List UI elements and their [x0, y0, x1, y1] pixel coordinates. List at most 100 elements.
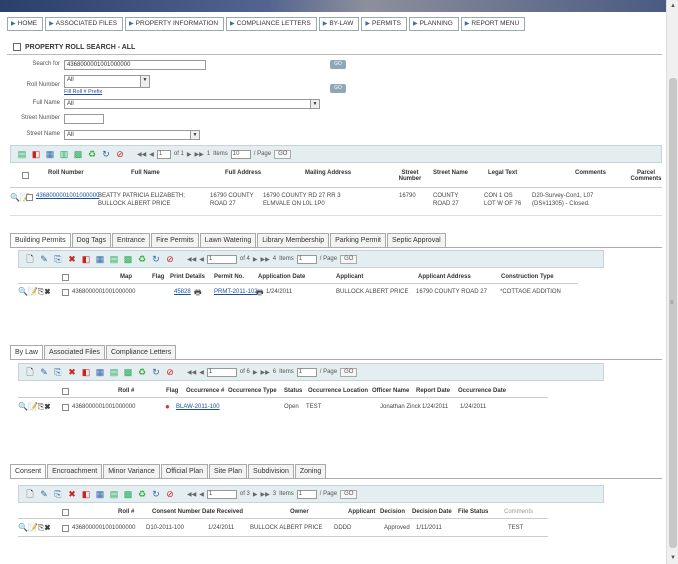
- clear-filter-icon[interactable]: ⊘: [165, 489, 175, 499]
- tab-site-plan[interactable]: Site Plan: [209, 464, 248, 478]
- nav-permits[interactable]: ▶ PERMITS: [361, 17, 407, 31]
- new-icon[interactable]: 🗋: [25, 254, 35, 264]
- page-input[interactable]: 1: [206, 254, 237, 264]
- page-input[interactable]: 1: [206, 367, 237, 377]
- last-page-icon[interactable]: ▶▶: [195, 151, 204, 158]
- copy-icon[interactable]: ⎘: [53, 254, 63, 264]
- col-roll[interactable]: Roll #: [118, 509, 134, 515]
- refresh-icon[interactable]: ↻: [101, 149, 111, 159]
- refresh-icon[interactable]: ↻: [151, 254, 161, 264]
- next-page-icon[interactable]: ▶: [187, 151, 192, 158]
- edit-icon[interactable]: ✎: [39, 254, 49, 264]
- col-decision[interactable]: Decision: [380, 509, 405, 515]
- new-icon[interactable]: 🗋: [25, 367, 35, 377]
- col-comments[interactable]: Comments: [504, 509, 533, 515]
- tab-lawn-watering[interactable]: Lawn Watering: [199, 233, 257, 247]
- tab-library-membership[interactable]: Library Membership: [257, 233, 330, 247]
- tab-fire-permits[interactable]: Fire Permits: [151, 233, 199, 247]
- col-roll-number[interactable]: Roll Number: [48, 170, 84, 176]
- first-page-icon[interactable]: ◀◀: [187, 256, 196, 263]
- tab-subdivision[interactable]: Subdivision: [248, 464, 294, 478]
- nav-report-menu[interactable]: ▶ REPORT MENU: [460, 17, 526, 31]
- nav-associated-files[interactable]: ▶ ASSOCIATED FILES: [45, 17, 124, 31]
- pdf-icon[interactable]: ◧: [81, 254, 91, 264]
- pager-go-button[interactable]: GO: [274, 149, 292, 159]
- delete-icon[interactable]: ✖: [67, 254, 77, 264]
- nav-compliance-letters[interactable]: ▶ COMPLIANCE LETTERS: [226, 17, 317, 31]
- page-input[interactable]: 1: [156, 149, 171, 159]
- col-applicant-address[interactable]: Applicant Address: [418, 274, 471, 280]
- search-go-button[interactable]: GO: [330, 60, 346, 69]
- last-page-icon[interactable]: ▶▶: [261, 491, 270, 498]
- page-input[interactable]: 1: [206, 489, 237, 499]
- pager-go-button[interactable]: GO: [340, 254, 358, 264]
- first-page-icon[interactable]: ◀◀: [137, 151, 146, 158]
- col-occurrence-type[interactable]: Occurrence Type: [228, 388, 277, 394]
- dropdown-arrow-icon[interactable]: ▼: [140, 76, 149, 87]
- pdf-icon[interactable]: ◧: [81, 367, 91, 377]
- pdf-icon[interactable]: ◧: [31, 149, 41, 159]
- recycle-icon[interactable]: ♻: [87, 149, 97, 159]
- col-full-name[interactable]: Full Name: [131, 170, 160, 176]
- col-parcel-comments[interactable]: Parcel Comments: [630, 170, 662, 182]
- printer-icon[interactable]: 🖶: [194, 287, 202, 301]
- col-occurrence-location[interactable]: Occurrence Location: [308, 388, 368, 394]
- last-page-icon[interactable]: ▶▶: [261, 256, 270, 263]
- per-page-input[interactable]: 10: [230, 149, 251, 159]
- recycle-icon[interactable]: ♻: [137, 367, 147, 377]
- first-page-icon[interactable]: ◀◀: [187, 369, 196, 376]
- col-report-date[interactable]: Report Date: [416, 388, 450, 394]
- col-comments[interactable]: Comments: [575, 170, 606, 176]
- edit-icon[interactable]: ✎: [39, 489, 49, 499]
- col-application-date[interactable]: Application Date: [258, 274, 305, 280]
- row-action-icons[interactable]: 🔍📝⎘✖: [18, 402, 50, 412]
- word-icon[interactable]: ▦: [45, 149, 55, 159]
- row-checkbox[interactable]: [62, 525, 69, 532]
- dropdown-arrow-icon[interactable]: ▼: [310, 100, 319, 108]
- permit-no-link[interactable]: PRMT-2011-102: [214, 289, 258, 295]
- next-page-icon[interactable]: ▶: [253, 491, 258, 498]
- roll-number-select[interactable]: All ▼: [64, 75, 150, 88]
- street-number-input[interactable]: [64, 114, 104, 124]
- collapse-icon[interactable]: [13, 43, 21, 51]
- select-all-checkbox[interactable]: [62, 274, 69, 281]
- select-all-checkbox[interactable]: [22, 172, 29, 179]
- vertical-scrollbar[interactable]: ▲ ≡ ▼: [666, 0, 678, 564]
- pager-go-button[interactable]: GO: [340, 367, 358, 377]
- roll-go-button[interactable]: GO: [330, 84, 346, 93]
- next-page-icon[interactable]: ▶: [253, 369, 258, 376]
- copy-icon[interactable]: ⎘: [53, 367, 63, 377]
- occurrence-link[interactable]: BLAW-2011-100: [176, 404, 220, 410]
- col-decision-date[interactable]: Decision Date: [412, 509, 452, 515]
- row-checkbox[interactable]: [62, 404, 69, 411]
- col-applicant[interactable]: Applicant: [348, 509, 375, 515]
- col-owner[interactable]: Owner: [290, 509, 309, 515]
- select-all-checkbox[interactable]: [62, 509, 69, 516]
- print-details-link[interactable]: 45828: [174, 289, 191, 295]
- col-occurrence-date[interactable]: Occurrence Date: [458, 388, 506, 394]
- col-applicant[interactable]: Applicant: [336, 274, 363, 280]
- col-mailing-address[interactable]: Mailing Address: [305, 170, 351, 176]
- prev-page-icon[interactable]: ◀: [149, 151, 154, 158]
- col-construction-type[interactable]: Construction Type: [501, 274, 554, 280]
- pdf-icon[interactable]: ◧: [81, 489, 91, 499]
- scroll-up-arrow-icon[interactable]: ▲: [667, 0, 678, 12]
- row-checkbox[interactable]: [62, 289, 69, 296]
- col-flag[interactable]: Flag: [152, 274, 164, 280]
- refresh-icon[interactable]: ↻: [151, 489, 161, 499]
- col-map[interactable]: Map: [120, 274, 132, 280]
- edit-icon[interactable]: ✎: [39, 367, 49, 377]
- col-file-status[interactable]: File Status: [458, 509, 488, 515]
- roll-number-link[interactable]: 4368000001001000000: [36, 193, 99, 199]
- recycle-icon[interactable]: ♻: [137, 254, 147, 264]
- col-permit-no[interactable]: Permit No.: [214, 274, 244, 280]
- nav-by-law[interactable]: ▶ BY-LAW: [318, 17, 360, 31]
- row-action-icons[interactable]: 🔍📝⎘✖: [18, 523, 50, 533]
- new-icon[interactable]: 🗋: [25, 489, 35, 499]
- word-icon[interactable]: ▦: [95, 489, 105, 499]
- dropdown-arrow-icon[interactable]: ▼: [190, 131, 199, 139]
- col-occurrence-no[interactable]: Occurrence #: [186, 388, 224, 394]
- next-page-icon[interactable]: ▶: [253, 256, 258, 263]
- per-page-input[interactable]: 1: [296, 489, 317, 499]
- excel-icon[interactable]: ▤: [17, 149, 27, 159]
